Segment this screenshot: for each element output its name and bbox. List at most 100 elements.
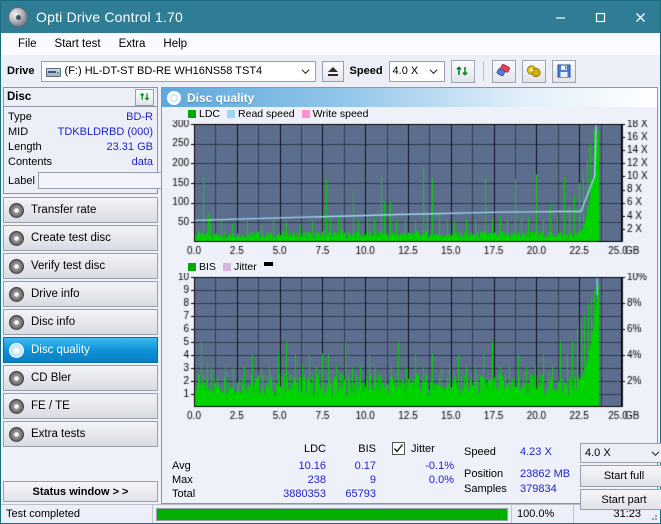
error-statistics: LDC BIS Jitter Avg 10.16 0.17 -0.1% Max … bbox=[166, 442, 458, 500]
disc-contents-label: Contents bbox=[8, 155, 53, 168]
drive-select-value: (F:) HL-DT-ST BD-RE WH16NS58 TST4 bbox=[64, 65, 263, 77]
samples-value: 379834 bbox=[520, 483, 557, 495]
speed-select[interactable]: 4.0 X bbox=[388, 60, 445, 82]
ldc-plot-area[interactable] bbox=[162, 120, 658, 260]
sidebar-item-disc-info[interactable]: Disc info bbox=[3, 309, 158, 335]
speed-select-value: 4.0 X bbox=[392, 65, 419, 77]
sidebar-item-disc-quality[interactable]: Disc quality bbox=[3, 337, 158, 363]
sidebar-item-verify-test-disc[interactable]: Verify test disc bbox=[3, 253, 158, 279]
legend-swatch-read-speed bbox=[227, 109, 236, 118]
sidebar-item-extra-tests[interactable]: Extra tests bbox=[3, 421, 158, 447]
disc-mid-label: MID bbox=[8, 125, 29, 138]
test-speed-select[interactable]: 4.0 X bbox=[580, 443, 661, 463]
window-title: Opti Drive Control 1.70 bbox=[36, 9, 183, 25]
speed-stat-value: 4.23 X bbox=[520, 446, 552, 458]
legend-item-jitter: Jitter bbox=[222, 261, 257, 273]
bis-plot-area[interactable] bbox=[162, 273, 658, 425]
eject-button[interactable] bbox=[321, 60, 344, 82]
test-speed-value: 4.0 X bbox=[585, 447, 611, 459]
jitter-toggle[interactable]: Jitter bbox=[392, 442, 435, 455]
check-icon bbox=[394, 444, 403, 453]
speed-stat-label: Speed bbox=[464, 446, 496, 458]
disc-row-mid: MID TDKBLDRBD (000) bbox=[8, 124, 153, 139]
close-button[interactable] bbox=[620, 1, 660, 33]
sidebar-item-label: FE / TE bbox=[31, 400, 70, 412]
legend-swatch-ldc bbox=[188, 109, 196, 118]
progress-bar bbox=[156, 507, 508, 521]
disc-icon bbox=[9, 202, 24, 218]
progress-percent: 100.0% bbox=[512, 505, 574, 523]
statistics-panel: LDC BIS Jitter Avg 10.16 0.17 -0.1% Max … bbox=[162, 440, 661, 510]
sidebar-item-transfer-rate[interactable]: Transfer rate bbox=[3, 197, 158, 223]
start-part-button[interactable]: Start part bbox=[580, 489, 661, 510]
total-ldc-value: 3880353 bbox=[283, 488, 326, 500]
disc-quality-icon bbox=[167, 90, 181, 105]
main-panel: Disc quality LDC Read speed Write speed … bbox=[161, 87, 661, 510]
legend-swatch-write-speed bbox=[301, 109, 310, 118]
sidebar-item-label: Disc info bbox=[31, 316, 76, 328]
coins-button[interactable] bbox=[521, 59, 546, 83]
jitter-label: Jitter bbox=[411, 442, 435, 455]
disc-icon bbox=[9, 398, 24, 414]
bis-chart-block: BIS Jitter bbox=[162, 260, 658, 425]
sidebar-item-label: CD Bler bbox=[31, 372, 72, 384]
disc-icon bbox=[9, 426, 24, 442]
menu-help[interactable]: Help bbox=[154, 36, 196, 52]
toolbar: Drive (F:) HL-DT-ST BD-RE WH16NS58 TST4 … bbox=[1, 55, 660, 87]
grip-icon bbox=[652, 515, 657, 520]
sidebar: Disc Type BD-R MID TDKBLDRBD (000) Lengt… bbox=[3, 87, 239, 504]
disc-icon bbox=[9, 370, 24, 386]
sidebar-item-label: Transfer rate bbox=[31, 204, 97, 216]
samples-label: Samples bbox=[464, 483, 507, 495]
ldc-chart-canvas[interactable] bbox=[162, 120, 658, 260]
sidebar-item-label: Create test disc bbox=[31, 232, 111, 244]
status-bar: Test completed 100.0% 31:23 bbox=[1, 504, 660, 523]
avg-jitter-value: -0.1% bbox=[425, 460, 454, 472]
row-label-avg: Avg bbox=[172, 460, 191, 472]
sidebar-item-label: Disc quality bbox=[31, 344, 90, 356]
col-header-ldc: LDC bbox=[303, 443, 326, 455]
sidebar-item-cd-bler[interactable]: CD Bler bbox=[3, 365, 158, 391]
sidebar-item-drive-info[interactable]: Drive info bbox=[3, 281, 158, 307]
drive-label: Drive bbox=[7, 65, 35, 77]
legend-item-read-speed: Read speed bbox=[227, 108, 295, 120]
refresh-button[interactable] bbox=[450, 59, 475, 83]
drive-icon bbox=[45, 65, 61, 78]
legend-label-write-speed: Write speed bbox=[312, 107, 369, 120]
window-controls bbox=[540, 1, 660, 33]
menu-start-test[interactable]: Start test bbox=[46, 36, 110, 52]
menu-file[interactable]: File bbox=[9, 36, 46, 52]
maximize-button[interactable] bbox=[580, 1, 620, 33]
status-message: Test completed bbox=[1, 505, 153, 523]
application-window: Opti Drive Control 1.70 File Start test … bbox=[0, 0, 661, 524]
sidebar-item-fe-te[interactable]: FE / TE bbox=[3, 393, 158, 419]
disc-label-row: Label bbox=[8, 171, 239, 190]
max-ldc-value: 238 bbox=[307, 474, 326, 486]
minimize-button[interactable] bbox=[540, 1, 580, 33]
content-area: Disc Type BD-R MID TDKBLDRBD (000) Lengt… bbox=[1, 87, 661, 510]
eraser-icon bbox=[496, 64, 510, 77]
disc-info-panel: Disc Type BD-R MID TDKBLDRBD (000) Lengt… bbox=[3, 87, 239, 194]
disc-refresh-button[interactable] bbox=[135, 88, 154, 106]
bis-chart-canvas[interactable] bbox=[162, 273, 658, 425]
disc-row-length: Length 23.31 GB bbox=[8, 139, 153, 154]
save-button[interactable] bbox=[551, 59, 576, 83]
test-controls: Speed 4.23 X Position 23862 MB Samples 3… bbox=[458, 443, 661, 510]
position-value: 23862 MB bbox=[520, 468, 571, 480]
refresh-icon bbox=[456, 66, 468, 75]
erase-button[interactable] bbox=[491, 59, 516, 83]
sidebar-item-create-test-disc[interactable]: Create test disc bbox=[3, 225, 158, 251]
chevron-down-icon bbox=[651, 450, 660, 456]
start-full-button[interactable]: Start full bbox=[580, 465, 661, 487]
disc-type-value: BD-R bbox=[126, 110, 153, 123]
disc-panel-header: Disc bbox=[4, 88, 157, 107]
col-header-bis: BIS bbox=[358, 443, 376, 455]
drive-select[interactable]: (F:) HL-DT-ST BD-RE WH16NS58 TST4 bbox=[40, 60, 316, 82]
total-bis-value: 65793 bbox=[345, 488, 376, 500]
jitter-checkbox[interactable] bbox=[392, 442, 405, 455]
menu-extra[interactable]: Extra bbox=[110, 36, 155, 52]
avg-bis-value: 0.17 bbox=[354, 460, 376, 472]
disc-icon bbox=[9, 286, 24, 302]
disc-contents-value: data bbox=[131, 155, 153, 168]
status-window-button[interactable]: Status window > > bbox=[3, 481, 158, 502]
